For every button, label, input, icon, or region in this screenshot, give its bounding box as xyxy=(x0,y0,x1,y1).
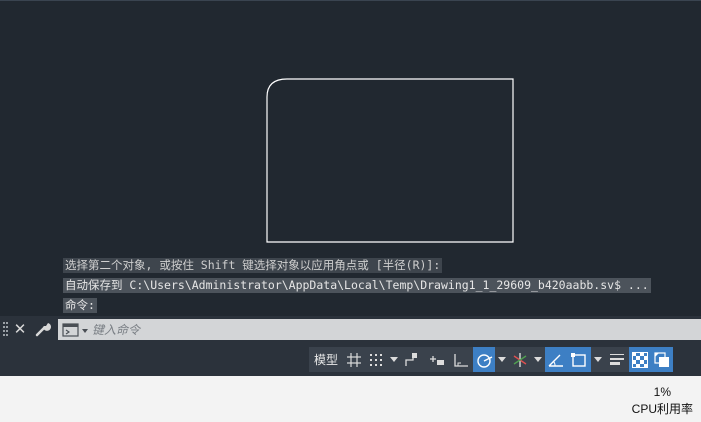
dynamic-input-icon[interactable] xyxy=(425,347,449,372)
chevron-down-icon[interactable] xyxy=(387,347,401,372)
windows-taskbar: 1% CPU利用率 xyxy=(0,376,701,422)
close-icon[interactable]: ✕ xyxy=(12,320,28,338)
ortho-icon[interactable] xyxy=(449,347,473,372)
snap-icon[interactable] xyxy=(365,347,387,372)
selection-cycling-icon[interactable] xyxy=(651,347,674,372)
command-line-bar: ✕ xyxy=(0,316,701,342)
drawing-canvas[interactable]: 选择第二个对象, 或按住 Shift 键选择对象以应用角点或 [半径(R)]: … xyxy=(0,0,701,316)
rectangle-with-fillet[interactable] xyxy=(266,78,514,243)
grid-icon[interactable] xyxy=(343,347,365,372)
status-toggles: 模型 xyxy=(309,347,674,372)
isometric-drafting-icon[interactable] xyxy=(509,347,531,372)
chevron-down-icon[interactable] xyxy=(531,347,545,372)
infer-constraints-icon[interactable] xyxy=(401,347,425,372)
command-prompt-icon[interactable] xyxy=(62,322,90,337)
command-history-line: 选择第二个对象, 或按住 Shift 键选择对象以应用角点或 [半径(R)]: xyxy=(63,258,443,273)
command-input-box[interactable] xyxy=(58,319,701,340)
cpu-usage-value: 1% xyxy=(653,385,671,399)
lineweight-icon[interactable] xyxy=(605,347,629,372)
chevron-down-icon[interactable] xyxy=(495,347,509,372)
command-history-line: 自动保存到 C:\Users\Administrator\AppData\Loc… xyxy=(63,278,651,293)
cpu-usage-label: CPU利用率 xyxy=(631,402,693,416)
polar-tracking-icon[interactable] xyxy=(473,347,496,372)
model-space-button[interactable]: 模型 xyxy=(309,347,343,372)
grip-handle[interactable] xyxy=(3,320,9,338)
command-history-line: 命令: xyxy=(63,298,97,313)
object-snap-tracking-icon[interactable] xyxy=(545,347,568,372)
object-snap-icon[interactable] xyxy=(567,347,592,372)
wrench-icon[interactable] xyxy=(34,320,52,338)
status-bar: 模型 xyxy=(0,342,701,376)
transparency-icon[interactable] xyxy=(629,347,652,372)
chevron-down-icon[interactable] xyxy=(591,347,605,372)
command-input[interactable] xyxy=(92,319,652,340)
